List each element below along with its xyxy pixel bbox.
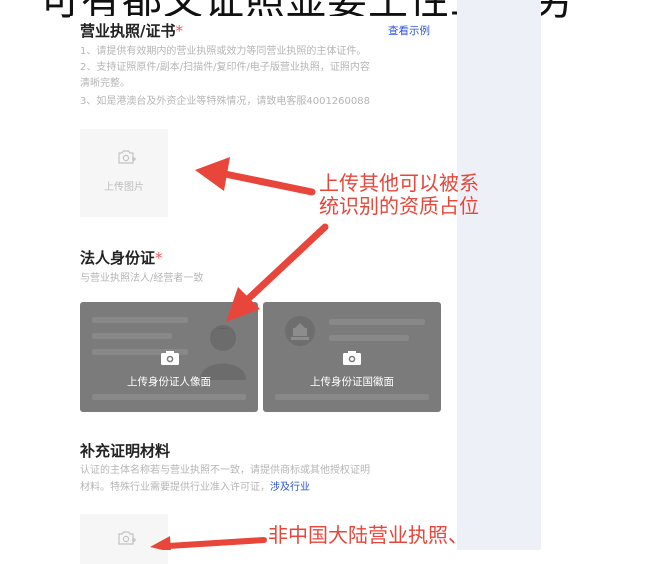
annotation-arrows (150, 157, 329, 550)
arrow-icon (195, 157, 316, 196)
arrow-icon (150, 536, 267, 550)
arrow-icon (226, 223, 329, 322)
